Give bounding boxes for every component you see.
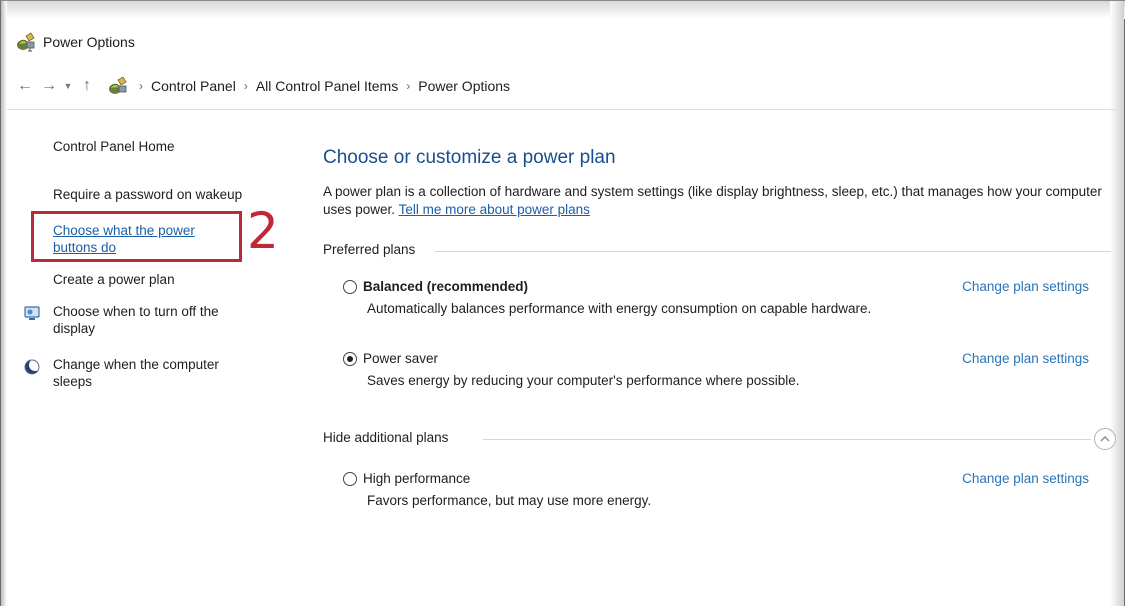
breadcrumb-all-items[interactable]: All Control Panel Items — [256, 78, 398, 94]
window-title: Power Options — [43, 34, 135, 50]
navigation-divider — [7, 109, 1117, 110]
plan-high-performance: High performance Favors performance, but… — [343, 471, 1113, 511]
radio-power-saver[interactable] — [343, 352, 357, 366]
back-arrow-icon[interactable]: ← — [13, 77, 37, 95]
radio-high-performance[interactable] — [343, 472, 357, 486]
navigation-bar: ← → ▼ ↑ › Control Panel › All Control Pa… — [13, 71, 1113, 101]
monitor-icon — [24, 306, 40, 320]
sidebar-computer-sleeps-line1: Change when the computer — [53, 357, 219, 372]
power-options-icon — [17, 32, 35, 52]
plan-name-power-saver[interactable]: Power saver — [363, 351, 438, 366]
plan-balanced: Balanced (recommended) Automatically bal… — [343, 279, 1113, 319]
forward-arrow-icon[interactable]: → — [37, 77, 61, 95]
sidebar-display-off-line2: display — [53, 321, 96, 336]
power-options-icon — [109, 76, 127, 94]
plan-description-balanced: Automatically balances performance with … — [367, 301, 872, 316]
title-bar: Power Options — [15, 31, 135, 53]
chevron-down-icon[interactable]: ▼ — [61, 81, 75, 91]
preferred-plans-label: Preferred plans — [323, 242, 424, 257]
sidebar-create-plan[interactable]: Create a power plan — [53, 271, 175, 288]
annotation-number: 2 — [247, 202, 279, 260]
window-frame-top — [1, 1, 1125, 19]
sidebar-display-off-line1: Choose when to turn off the — [53, 304, 219, 319]
preferred-plans-divider — [435, 251, 1111, 252]
radio-balanced[interactable] — [343, 280, 357, 294]
annotation-highlight-box — [31, 211, 242, 262]
window-frame-left — [1, 1, 7, 606]
plan-description-high-performance: Favors performance, but may use more ene… — [367, 493, 652, 508]
additional-plans-divider — [483, 439, 1091, 440]
breadcrumb-separator[interactable]: › — [244, 79, 248, 93]
sidebar-control-panel-home[interactable]: Control Panel Home — [53, 138, 175, 155]
plan-name-balanced[interactable]: Balanced (recommended) — [363, 279, 528, 294]
plan-description-power-saver: Saves energy by reducing your computer's… — [367, 373, 800, 388]
plan-power-saver: Power saver Saves energy by reducing you… — [343, 351, 1113, 391]
breadcrumb-separator[interactable]: › — [139, 79, 143, 93]
sidebar-computer-sleeps-line2: sleeps — [53, 374, 93, 389]
breadcrumb-power-options[interactable]: Power Options — [418, 78, 510, 94]
breadcrumb-separator[interactable]: › — [406, 79, 410, 93]
power-options-window: Power Options ← → ▼ ↑ › Control Panel › … — [0, 0, 1125, 606]
change-plan-settings-balanced[interactable]: Change plan settings — [962, 279, 1089, 294]
change-plan-settings-high-performance[interactable]: Change plan settings — [962, 471, 1089, 486]
chevron-up-circle-icon[interactable] — [1094, 428, 1116, 450]
page-title: Choose or customize a power plan — [323, 147, 616, 168]
page-description: A power plan is a collection of hardware… — [323, 183, 1123, 219]
breadcrumb-control-panel[interactable]: Control Panel — [151, 78, 236, 94]
sidebar-require-password[interactable]: Require a password on wakeup — [53, 186, 242, 203]
learn-more-link[interactable]: Tell me more about power plans — [399, 202, 590, 217]
up-arrow-icon[interactable]: ↑ — [75, 77, 99, 95]
sidebar-computer-sleeps[interactable]: Change when the computer sleeps — [53, 356, 219, 390]
plan-name-high-performance[interactable]: High performance — [363, 471, 470, 486]
hide-additional-plans[interactable]: Hide additional plans — [323, 430, 457, 445]
sidebar-display-off[interactable]: Choose when to turn off the display — [53, 303, 219, 337]
moon-icon — [24, 359, 41, 375]
change-plan-settings-power-saver[interactable]: Change plan settings — [962, 351, 1089, 366]
